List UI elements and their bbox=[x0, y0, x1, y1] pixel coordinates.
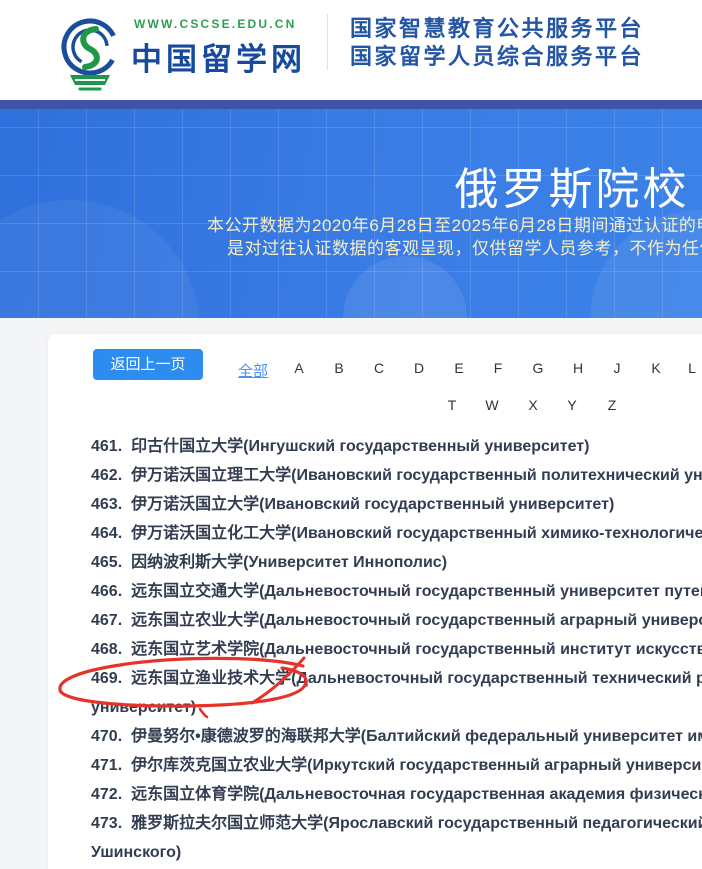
item-text: 伊万诺沃国立大学(Ивановский государственный унив… bbox=[131, 496, 614, 513]
filter-letter-x[interactable]: X bbox=[518, 397, 548, 413]
platform-line-1: 国家智慧教育公共服务平台 bbox=[350, 15, 644, 43]
filter-letter-f[interactable]: F bbox=[483, 360, 513, 376]
item-text: 远东国立体育学院(Дальневосточная государственная… bbox=[131, 786, 702, 803]
item-number: 468. bbox=[91, 635, 122, 664]
item-number: 469. bbox=[91, 664, 122, 693]
list-item: 461. 印古什国立大学(Ингушский государственный ун… bbox=[91, 432, 702, 461]
item-text: 因纳波利斯大学(Университет Иннополис) bbox=[131, 554, 447, 571]
banner-top-stripe bbox=[0, 100, 702, 109]
filter-letter-y[interactable]: Y bbox=[557, 397, 587, 413]
item-text: 远东国立渔业技术大学(Дальневосточный государственн… bbox=[131, 670, 702, 687]
filter-letter-j[interactable]: J bbox=[602, 360, 632, 376]
site-header: WWW.CSCSE.EDU.CN 中国留学网 国家智慧教育公共服务平台 国家留学… bbox=[0, 0, 702, 100]
item-number: 465. bbox=[91, 548, 122, 577]
filter-letter-g[interactable]: G bbox=[523, 360, 553, 376]
item-text: 伊万诺沃国立化工大学(Ивановский государственный хи… bbox=[131, 525, 702, 542]
list-item: 472. 远东国立体育学院(Дальневосточная государстве… bbox=[91, 780, 702, 809]
item-number: 470. bbox=[91, 722, 122, 751]
list-item: 470. 伊曼努尔•康德波罗的海联邦大学(Балтийский федеральн… bbox=[91, 722, 702, 751]
banner-decor-circle bbox=[0, 200, 200, 318]
site-logo-title[interactable]: 中国留学网 bbox=[131, 34, 306, 79]
filter-letter-h[interactable]: H bbox=[563, 360, 593, 376]
item-number: 467. bbox=[91, 606, 122, 635]
platform-line-2: 国家留学人员综合服务平台 bbox=[350, 43, 644, 71]
filter-letter-w[interactable]: W bbox=[477, 397, 507, 413]
list-item-circled: 469. 远东国立渔业技术大学(Дальневосточный государст… bbox=[91, 664, 702, 693]
banner-description-line1: 本公开数据为2020年6月28日至2025年6月28日期间通过认证的申请中涉 bbox=[207, 211, 702, 236]
list-item: 463. 伊万诺沃国立大学(Ивановский государственный … bbox=[91, 490, 702, 519]
item-text: 远东国立农业大学(Дальневосточный государственный… bbox=[131, 612, 702, 629]
banner-decor-circle bbox=[343, 256, 467, 318]
item-text: 伊尔库茨克国立农业大学(Иркутский государственный аг… bbox=[131, 757, 702, 774]
list-item: 464. 伊万诺沃国立化工大学(Ивановский государственны… bbox=[91, 519, 702, 548]
filter-all[interactable]: 全部 bbox=[236, 360, 270, 381]
item-text: 印古什国立大学(Ингушский государственный универ… bbox=[131, 438, 589, 455]
filter-letter-d[interactable]: D bbox=[404, 360, 434, 376]
item-number: 463. bbox=[91, 490, 122, 519]
filter-letter-b[interactable]: B bbox=[324, 360, 354, 376]
item-text: 远东国立艺术学院(Дальневосточный государственный… bbox=[131, 641, 702, 658]
list-item: 473. 雅罗斯拉夫尔国立师范大学(Ярославский государстве… bbox=[91, 809, 702, 838]
item-number: 461. bbox=[91, 432, 122, 461]
item-text: 伊万诺沃国立理工大学(Ивановский государственный по… bbox=[131, 467, 702, 484]
university-list: 461. 印古什国立大学(Ингушский государственный ун… bbox=[91, 432, 702, 869]
item-text: 伊曼努尔•康德波罗的海联邦大学(Балтийский федеральный у… bbox=[131, 728, 702, 745]
filter-letter-l[interactable]: L bbox=[677, 360, 702, 376]
filter-letter-e[interactable]: E bbox=[444, 360, 474, 376]
item-number: 466. bbox=[91, 577, 122, 606]
header-divider bbox=[327, 14, 328, 70]
item-number: 464. bbox=[91, 519, 122, 548]
item-number: 462. bbox=[91, 461, 122, 490]
cscse-logo-icon[interactable] bbox=[57, 9, 125, 93]
hero-banner: 俄罗斯院校 本公开数据为2020年6月28日至2025年6月28日期间通过认证的… bbox=[0, 109, 702, 318]
list-item-continuation: Ушинского) bbox=[91, 838, 702, 867]
list-item: 462. 伊万诺沃国立理工大学(Ивановский государственны… bbox=[91, 461, 702, 490]
item-text: 远东国立交通大学(Дальневосточный государственный… bbox=[131, 583, 702, 600]
back-button[interactable]: 返回上一页 bbox=[93, 349, 203, 380]
page: WWW.CSCSE.EDU.CN 中国留学网 国家智慧教育公共服务平台 国家留学… bbox=[0, 0, 702, 869]
item-number: 472. bbox=[91, 780, 122, 809]
platform-names: 国家智慧教育公共服务平台 国家留学人员综合服务平台 bbox=[350, 15, 644, 71]
filter-letter-k[interactable]: K bbox=[641, 360, 671, 376]
filter-letter-c[interactable]: C bbox=[364, 360, 394, 376]
list-item: 467. 远东国立农业大学(Дальневосточный государстве… bbox=[91, 606, 702, 635]
filter-letter-a[interactable]: A bbox=[284, 360, 314, 376]
logo-url-text: WWW.CSCSE.EDU.CN bbox=[134, 17, 297, 31]
item-number: 471. bbox=[91, 751, 122, 780]
banner-description-line2: 是对过往认证数据的客观呈现，仅供留学人员参考，不作为任何通过认 bbox=[227, 234, 702, 259]
filter-letter-z[interactable]: Z bbox=[597, 397, 627, 413]
content-card: 返回上一页 全部 A B C D E F G H J K L T W X Y Z… bbox=[48, 334, 702, 869]
filter-letter-t[interactable]: T bbox=[437, 397, 467, 413]
item-number: 473. bbox=[91, 809, 122, 838]
list-item: 471. 伊尔库茨克国立农业大学(Иркутский государственны… bbox=[91, 751, 702, 780]
item-text: 雅罗斯拉夫尔国立师范大学(Ярославский государственный… bbox=[131, 815, 702, 832]
list-item-continuation: университет) bbox=[91, 693, 702, 722]
page-title: 俄罗斯院校 bbox=[455, 153, 690, 217]
list-item: 466. 远东国立交通大学(Дальневосточный государстве… bbox=[91, 577, 702, 606]
list-item: 468. 远东国立艺术学院(Дальневосточный государстве… bbox=[91, 635, 702, 664]
list-item: 465. 因纳波利斯大学(Университет Иннополис) bbox=[91, 548, 702, 577]
